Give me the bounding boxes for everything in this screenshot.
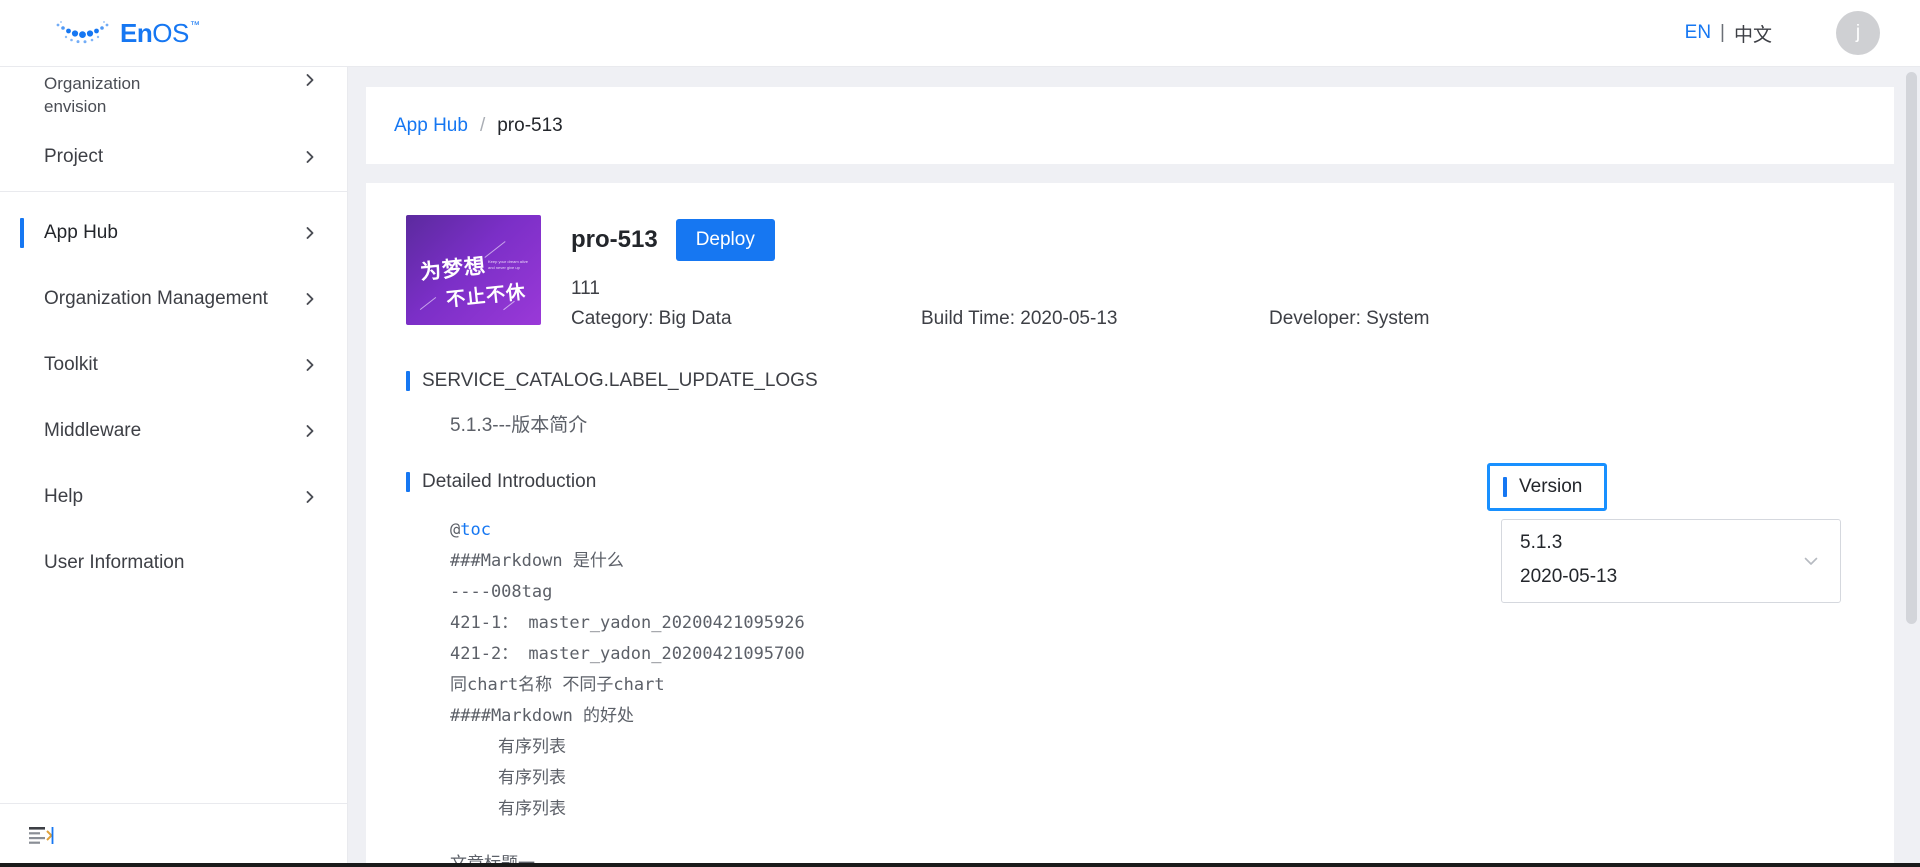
- markdown-line-6: 同chart名称 不同子chart: [450, 675, 665, 695]
- thumbnail-decor-line: [419, 296, 437, 311]
- sidebar-nav-list: Organization envision Project App Hub Or…: [0, 67, 347, 596]
- top-header-bar: EnOS™ EN | 中文 j: [0, 0, 1920, 67]
- app-detail-card: 为梦想 不止不休 Keep your dream alive and never…: [366, 183, 1894, 867]
- version-select[interactable]: 5.1.3 2020-05-13: [1501, 519, 1841, 603]
- markdown-list-item: 有序列表: [498, 768, 566, 788]
- update-logs-entry: 5.1.3---版本简介: [450, 415, 588, 436]
- version-label-focus-box[interactable]: Version: [1487, 463, 1608, 511]
- sidebar-item-user-information[interactable]: User Information: [0, 530, 347, 596]
- app-title-row: pro-513 Deploy: [571, 219, 1894, 261]
- app-info-row: Category: Big Data Build Time: 2020-05-1…: [571, 308, 1894, 330]
- markdown-list-item: 有序列表: [498, 799, 566, 819]
- sidebar-item-toolkit[interactable]: Toolkit: [0, 332, 347, 398]
- sidebar-item-organization[interactable]: Organization envision: [0, 67, 347, 129]
- markdown-list-item: 有序列表: [498, 737, 566, 757]
- sidebar-item-help[interactable]: Help: [0, 464, 347, 530]
- sidebar-divider: [0, 191, 347, 192]
- sidebar-item-organization-label: Organization: [44, 74, 141, 93]
- language-switcher: EN | 中文: [1685, 20, 1772, 47]
- main-scrollbar-thumb[interactable]: [1906, 72, 1917, 624]
- header-right-controls: EN | 中文 j: [1685, 11, 1880, 55]
- detailed-introduction-title: Detailed Introduction: [422, 471, 597, 492]
- sidebar-item-help-label: Help: [44, 486, 84, 508]
- brand-name: EnOS™: [120, 17, 200, 49]
- breadcrumb-parent-link[interactable]: App Hub: [394, 115, 468, 137]
- breadcrumb-separator: /: [479, 114, 486, 136]
- page-title: pro-513: [571, 226, 658, 253]
- update-logs-section: SERVICE_CATALOG.LABEL_UPDATE_LOGS 5.1.3-…: [366, 370, 1894, 437]
- section-accent-bar: [406, 472, 410, 492]
- app-description: 111: [571, 278, 600, 299]
- sidebar-item-toolkit-label: Toolkit: [44, 354, 98, 376]
- lang-separator: |: [1720, 22, 1725, 43]
- enos-dots-logo-icon: [52, 16, 114, 50]
- sidebar-item-app-hub-label: App Hub: [44, 222, 118, 244]
- update-logs-title: SERVICE_CATALOG.LABEL_UPDATE_LOGS: [422, 370, 818, 391]
- sidebar-item-app-hub[interactable]: App Hub: [0, 200, 347, 266]
- chevron-right-icon: [303, 292, 317, 306]
- sidebar-item-project[interactable]: Project: [0, 129, 347, 185]
- section-accent-bar: [1503, 477, 1507, 497]
- application-root: EnOS™ EN | 中文 j Organization envision Pr…: [0, 0, 1920, 867]
- main-content-area: App Hub / pro-513 为梦想 不止不休 Keep your dre…: [348, 67, 1920, 867]
- user-avatar[interactable]: j: [1836, 11, 1880, 55]
- sidebar-item-organization-sublabel: envision: [44, 96, 107, 116]
- lang-zh-option[interactable]: 中文: [1734, 20, 1772, 47]
- sidebar-item-middleware[interactable]: Middleware: [0, 398, 347, 464]
- chevron-right-icon: [303, 226, 317, 240]
- app-build-time: Build Time: 2020-05-13: [921, 308, 1118, 329]
- chevron-down-icon[interactable]: [1802, 552, 1820, 570]
- thumbnail-subtext: Keep your dream alive and never give up: [488, 259, 529, 270]
- collapse-menu-icon[interactable]: [28, 825, 54, 847]
- markdown-line-5: 421-2： master_yadon_20200421095700: [450, 644, 805, 664]
- left-sidebar: Organization envision Project App Hub Or…: [0, 67, 348, 867]
- sidebar-footer: [0, 803, 347, 867]
- app-category: Category: Big Data: [571, 308, 732, 329]
- app-developer: Developer: System: [1269, 308, 1430, 329]
- markdown-line-4: 421-1： master_yadon_20200421095926: [450, 613, 805, 633]
- version-panel: Version 5.1.3 2020-05-13: [1487, 463, 1841, 603]
- main-scrollbar-track[interactable]: [1903, 67, 1920, 867]
- markdown-line-7: ####Markdown 的好处: [450, 706, 635, 726]
- markdown-toc-token: toc: [460, 520, 491, 540]
- brand-suffix: OS: [152, 17, 189, 48]
- section-accent-bar: [406, 371, 410, 391]
- version-selected-value: 5.1.3: [1520, 532, 1563, 553]
- version-selected-date: 2020-05-13: [1520, 566, 1618, 587]
- app-thumbnail-image: 为梦想 不止不休 Keep your dream alive and never…: [406, 215, 541, 325]
- app-meta-block: pro-513 Deploy 111 Category: Big Data Bu…: [571, 215, 1894, 330]
- update-logs-heading: SERVICE_CATALOG.LABEL_UPDATE_LOGS: [406, 370, 1894, 392]
- markdown-spacer: [450, 825, 1894, 849]
- main-inner: App Hub / pro-513 为梦想 不止不休 Keep your dre…: [348, 67, 1920, 867]
- breadcrumb: App Hub / pro-513: [366, 87, 1894, 164]
- thumbnail-decor-line: [484, 241, 506, 258]
- sidebar-item-organization-management-label: Organization Management: [44, 288, 268, 310]
- brand-prefix: En: [120, 17, 153, 48]
- version-label: Version: [1519, 476, 1583, 497]
- sidebar-item-middleware-label: Middleware: [44, 420, 142, 442]
- sidebar-item-organization-management[interactable]: Organization Management: [0, 266, 347, 332]
- markdown-toc-at: @: [450, 520, 461, 540]
- sidebar-item-user-information-label: User Information: [44, 552, 185, 574]
- chevron-right-icon: [303, 150, 317, 164]
- breadcrumb-current: pro-513: [497, 114, 563, 136]
- brand-logo-group[interactable]: EnOS™: [52, 16, 200, 50]
- chevron-right-icon: [303, 358, 317, 372]
- window-bottom-edge: [0, 863, 1920, 867]
- deploy-button[interactable]: Deploy: [675, 219, 775, 261]
- sidebar-item-project-label: Project: [44, 146, 104, 168]
- brand-trademark: ™: [189, 19, 200, 31]
- chevron-right-icon: [303, 490, 317, 504]
- lang-en-option[interactable]: EN: [1685, 22, 1711, 44]
- chevron-right-icon: [303, 73, 317, 87]
- chevron-right-icon: [303, 424, 317, 438]
- app-header-row: 为梦想 不止不休 Keep your dream alive and never…: [366, 215, 1894, 330]
